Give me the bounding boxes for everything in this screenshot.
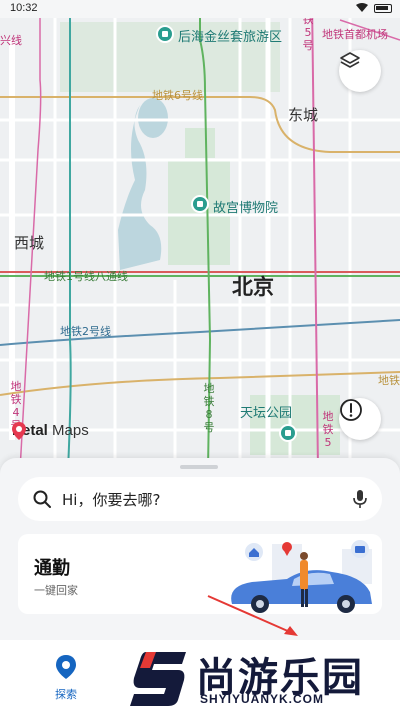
district-xicheng: 西城 — [14, 234, 45, 252]
watermark: 尚游乐园 SHYIYUANYK.COM — [120, 645, 400, 712]
commute-car-illustration — [231, 540, 372, 613]
search-bar[interactable]: Hi，你要去哪? — [18, 477, 382, 521]
commute-subtitle: 一键回家 — [34, 584, 78, 597]
location-pin-icon — [56, 655, 76, 679]
status-icons — [356, 3, 392, 13]
commute-card[interactable]: 通勤 一键回家 — [18, 534, 382, 614]
metro-label-top-left: 兴线 — [0, 34, 22, 47]
nav-explore[interactable]: 探索 — [44, 654, 88, 702]
search-input[interactable]: Hi，你要去哪? — [62, 489, 352, 510]
metro-label-line5-bottom: 地铁5 — [322, 410, 334, 449]
metro-label-line2: 地铁2号线 — [60, 325, 111, 338]
poi-shichahai-label[interactable]: 后海金丝套旅游区 — [178, 26, 282, 45]
petal-pin-icon — [12, 422, 26, 440]
status-bar: 10:32 — [0, 0, 400, 18]
status-time: 10:32 — [10, 2, 38, 14]
poi-palace-pin[interactable] — [191, 195, 209, 213]
metro-label-line8: 地铁8号 — [203, 382, 215, 434]
alert-icon — [340, 399, 362, 421]
wifi-icon — [356, 3, 368, 12]
search-icon — [33, 490, 51, 508]
poi-shichahai-pin[interactable] — [156, 25, 174, 43]
poi-palace-label[interactable]: 故宫博物院 — [213, 197, 278, 216]
metro-label-airport: 地铁首都机场 — [322, 28, 388, 41]
sheet-drag-handle[interactable] — [180, 465, 218, 469]
microphone-icon[interactable] — [352, 489, 368, 509]
maps-word: Maps — [52, 422, 89, 439]
watermark-english: SHYIYUANYK.COM — [200, 692, 325, 706]
map-view[interactable]: 兴线 地铁首都机场 地铁6号线 地铁1号线八通线 地铁2号线 地铁 地铁5号 地… — [0, 0, 400, 470]
metro-label-line6: 地铁6号线 — [152, 89, 203, 102]
poi-temple-pin[interactable] — [279, 424, 297, 442]
person-figure — [300, 560, 308, 590]
poi-temple-label[interactable]: 天坛公园 — [240, 402, 292, 421]
metro-label-right: 地铁 — [378, 374, 400, 387]
commute-title: 通勤 — [34, 558, 70, 579]
nav-explore-label: 探索 — [55, 688, 77, 701]
watermark-logo — [130, 652, 186, 706]
district-dongcheng: 东城 — [288, 106, 319, 124]
battery-icon — [374, 3, 392, 13]
layers-button[interactable] — [339, 50, 381, 92]
layers-icon — [340, 52, 360, 68]
petal-maps-logo: Petal Maps — [12, 422, 89, 440]
traffic-alert-button[interactable] — [339, 398, 381, 440]
city-label: 北京 — [232, 275, 274, 299]
metro-label-line1: 地铁1号线八通线 — [44, 270, 128, 283]
